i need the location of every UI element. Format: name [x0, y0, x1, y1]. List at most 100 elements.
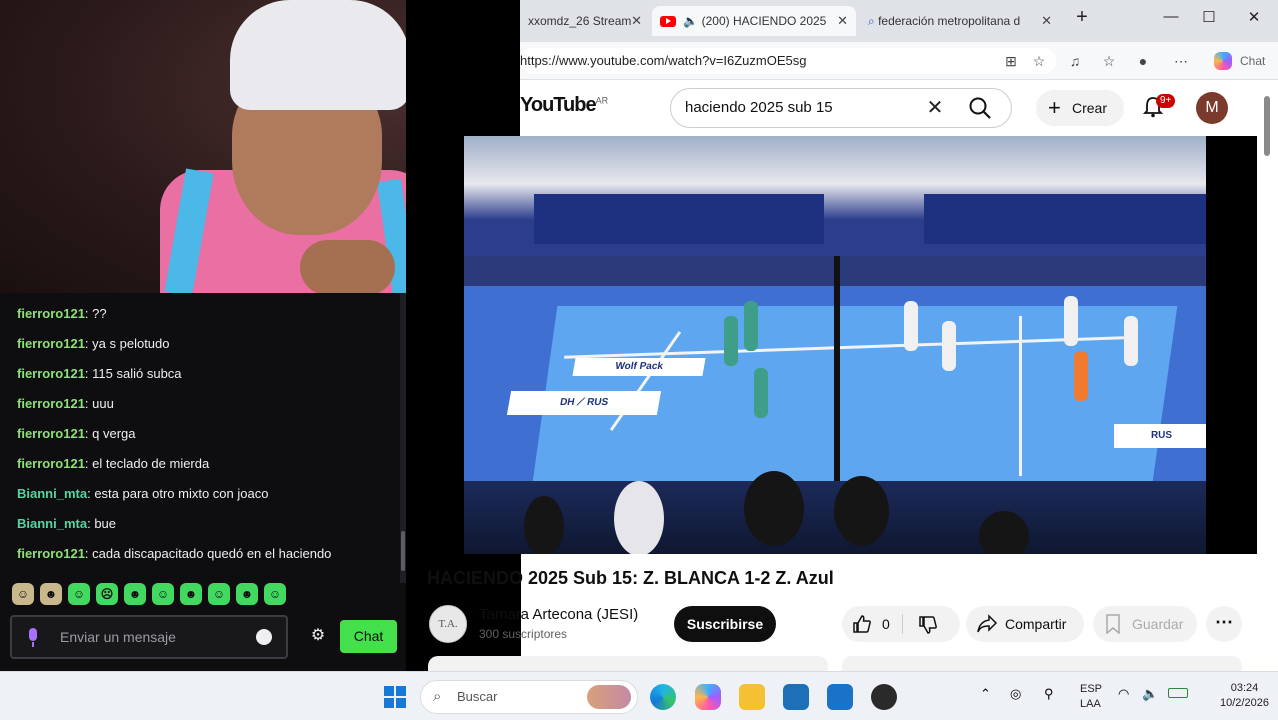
share-label: Compartir: [1005, 616, 1067, 632]
subscribe-button[interactable]: Suscribirse: [674, 606, 776, 642]
obs-icon[interactable]: [871, 684, 897, 710]
taskbar-search[interactable]: ⌕ Buscar: [420, 680, 638, 714]
chat-username[interactable]: fierroro121: [17, 456, 85, 471]
emote-icon[interactable]: ☺: [208, 583, 230, 605]
input-language[interactable]: ESP LAA: [1080, 682, 1102, 712]
file-explorer-icon[interactable]: [739, 684, 765, 710]
recommendation-card[interactable]: [842, 656, 1242, 671]
outlook-icon[interactable]: [827, 684, 853, 710]
chat-send-button[interactable]: Chat: [340, 620, 397, 653]
more-actions-button[interactable]: ⋯: [1206, 606, 1242, 642]
chat-username[interactable]: fierroro121: [17, 546, 85, 561]
emote-icon[interactable]: ☺: [152, 583, 174, 605]
chat-message: Bianni_mta: bue: [0, 509, 400, 539]
emote-icon[interactable]: ☹: [96, 583, 118, 605]
close-window-button[interactable]: ✕: [1240, 8, 1268, 26]
channel-avatar[interactable]: T.A.: [429, 605, 467, 643]
youtube-logo[interactable]: YouTubeAR: [520, 94, 608, 117]
description-card[interactable]: [428, 656, 828, 671]
chat-message: fierroro121: el teclado de mierda: [0, 449, 400, 479]
chat-message: fierroro121: cada discapacitado quedó en…: [0, 539, 400, 569]
chat-scrollbar-thumb[interactable]: [401, 531, 405, 571]
chat-text: ya s pelotudo: [92, 336, 170, 351]
youtube-header: YouTubeAR haciendo 2025 sub 15 ✕ + Crear …: [520, 80, 1278, 136]
emote-icon[interactable]: ☺: [68, 583, 90, 605]
microphone-icon[interactable]: [26, 628, 40, 648]
notification-badge: 9+: [1156, 94, 1176, 108]
taskbar-search-placeholder: Buscar: [457, 689, 498, 704]
profile-icon[interactable]: ●: [1134, 52, 1152, 70]
emoji-picker-icon[interactable]: [256, 629, 272, 645]
favorite-star-icon[interactable]: ☆: [1030, 52, 1048, 70]
search-icon: ⌕: [433, 688, 442, 705]
page-scrollbar[interactable]: [1262, 80, 1272, 671]
youtube-search-box[interactable]: haciendo 2025 sub 15 ✕: [670, 88, 1012, 128]
create-button[interactable]: + Crear: [1036, 90, 1124, 126]
save-button[interactable]: Guardar: [1093, 606, 1197, 642]
tab-close-icon[interactable]: ✕: [837, 6, 848, 36]
emote-icon[interactable]: ☺: [12, 583, 34, 605]
video-title: HACIENDO 2025 Sub 15: Z. BLANCA 1-2 Z. A…: [427, 568, 834, 588]
chat-message-input[interactable]: Enviar un mensaje: [10, 615, 288, 659]
chat-username[interactable]: fierroro121: [17, 336, 85, 351]
like-dislike-group: 0: [842, 606, 960, 642]
tab-stream[interactable]: xxomdz_26 Stream ✕: [520, 6, 650, 36]
maximize-button[interactable]: ☐: [1195, 8, 1223, 26]
new-tab-button[interactable]: +: [1068, 6, 1096, 29]
store-icon[interactable]: [783, 684, 809, 710]
tab-label: (200) HACIENDO 2025: [701, 14, 827, 28]
chat-username[interactable]: fierroro121: [17, 396, 85, 411]
extensions-icon[interactable]: ♫: [1066, 52, 1084, 70]
page-scrollbar-thumb[interactable]: [1264, 96, 1270, 156]
chat-username[interactable]: fierroro121: [17, 366, 85, 381]
microphone-icon[interactable]: ⚲: [1044, 686, 1054, 702]
chat-username[interactable]: fierroro121: [17, 306, 85, 321]
subscriber-count: 300 suscriptores: [479, 627, 568, 641]
chat-message: fierroro121: q verga: [0, 419, 400, 449]
tab-close-icon[interactable]: ✕: [631, 6, 642, 36]
chevron-up-icon[interactable]: ⌃: [980, 686, 991, 702]
wifi-icon[interactable]: ◠: [1118, 686, 1129, 702]
search-icon[interactable]: [967, 95, 993, 121]
speaker-icon[interactable]: 🔈: [683, 14, 698, 28]
address-bar-row: https://www.youtube.com/watch?v=I6ZuzmOE…: [520, 42, 1278, 80]
favorites-icon[interactable]: ☆: [1100, 52, 1118, 70]
tab-federacion[interactable]: ⌕ federación metropolitana d ✕: [860, 6, 1060, 36]
channel-name[interactable]: Tamara Artecona (JESI): [479, 606, 638, 623]
video-player[interactable]: DH ⟋ RUS Wolf Pack RUS: [412, 136, 1257, 554]
tab-close-icon[interactable]: ✕: [1041, 6, 1052, 36]
chat-username[interactable]: Bianni_mta: [17, 486, 87, 501]
more-options-icon[interactable]: ⋯: [1172, 52, 1190, 70]
antivirus-icon[interactable]: ◎: [1010, 686, 1021, 702]
edge-browser-icon[interactable]: [650, 684, 676, 710]
clear-search-icon[interactable]: ✕: [923, 97, 947, 119]
volume-icon[interactable]: 🔈: [1142, 686, 1158, 702]
chat-text: bue: [94, 516, 117, 531]
chat-username[interactable]: Bianni_mta: [17, 516, 87, 531]
thumbs-up-icon: [853, 615, 871, 633]
chat-settings-gear-icon[interactable]: ⚙: [309, 627, 327, 645]
share-button[interactable]: Compartir: [966, 606, 1084, 642]
emote-icon[interactable]: ☻: [40, 583, 62, 605]
tab-youtube[interactable]: 🔈 (200) HACIENDO 2025 ✕: [652, 6, 856, 36]
copilot-chat-button[interactable]: Chat: [1206, 46, 1272, 76]
emote-icon[interactable]: ☻: [180, 583, 202, 605]
system-clock[interactable]: 03:24 10/2/2026: [1220, 681, 1269, 711]
chat-username[interactable]: fierroro121: [17, 426, 85, 441]
chat-text: el teclado de mierda: [92, 456, 210, 471]
emote-icon[interactable]: ☻: [236, 583, 258, 605]
search-query[interactable]: haciendo 2025 sub 15: [685, 89, 833, 127]
chat-text: esta para otro mixto con joaco: [94, 486, 269, 501]
thumbs-down-icon[interactable]: [918, 615, 938, 635]
app-available-icon[interactable]: ⊞: [1002, 52, 1020, 70]
tab-label: federación metropolitana d: [878, 14, 1021, 28]
account-avatar[interactable]: M: [1196, 92, 1228, 124]
chat-message-list: fierroro121: ?? fierroro121: ya s pelotud…: [0, 299, 400, 569]
emote-icon[interactable]: ☻: [124, 583, 146, 605]
emote-icon[interactable]: ☺: [264, 583, 286, 605]
minimize-button[interactable]: —: [1157, 8, 1185, 25]
battery-icon[interactable]: [1168, 688, 1188, 698]
windows-start-icon[interactable]: [382, 684, 408, 710]
url-field[interactable]: https://www.youtube.com/watch?v=I6ZuzmOE…: [520, 48, 1056, 74]
copilot-icon[interactable]: [695, 684, 721, 710]
